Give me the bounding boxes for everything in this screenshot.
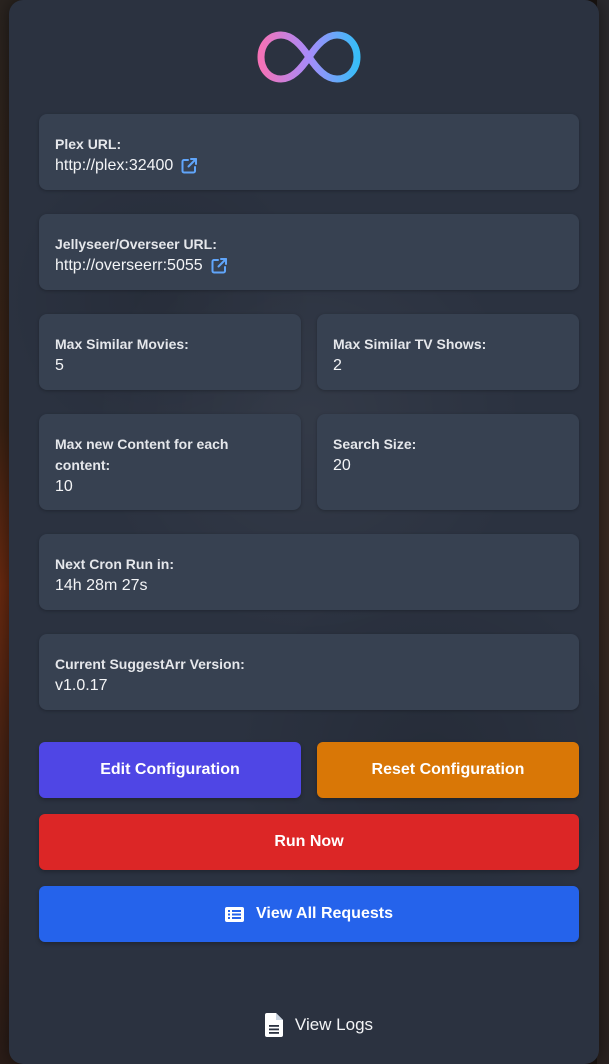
version-value: v1.0.17 [55,677,108,694]
plex-url-card: Plex URL: http://plex:32400 [39,114,579,190]
view-all-requests-label: View All Requests [256,905,393,922]
list-icon [225,906,245,922]
max-similar-movies-card: Max Similar Movies: 5 [39,314,301,390]
search-size-label: Search Size: [333,436,417,452]
run-now-button[interactable]: Run Now [39,814,579,870]
version-label: Current SuggestArr Version: [55,656,245,672]
reset-configuration-button[interactable]: Reset Configuration [317,742,579,798]
search-size-value: 20 [333,457,351,474]
overseer-url-value: http://overseerr:5055 [55,255,563,277]
max-similar-tv-card: Max Similar TV Shows: 2 [317,314,579,390]
overseer-url-label: Jellyseer/Overseer URL: [55,236,217,252]
view-logs-label: View Logs [294,1015,374,1034]
infinity-logo [257,31,361,83]
next-cron-label: Next Cron Run in: [55,556,174,572]
max-new-content-label: Max new Content for each content: [55,436,229,473]
external-link-icon[interactable] [210,257,228,275]
overseer-url-text: http://overseerr:5055 [55,257,203,274]
external-link-icon[interactable] [180,157,198,175]
plex-url-text: http://plex:32400 [55,157,174,174]
next-cron-value: 14h 28m 27s [55,577,148,594]
search-size-card: Search Size: 20 [317,414,579,510]
file-icon [264,1013,283,1037]
max-similar-movies-label: Max Similar Movies: [55,336,189,352]
max-similar-tv-value: 2 [333,357,342,374]
max-new-content-card: Max new Content for each content: 10 [39,414,301,510]
max-similar-movies-value: 5 [55,357,64,374]
edit-configuration-label: Edit Configuration [100,761,240,778]
version-card: Current SuggestArr Version: v1.0.17 [39,634,579,710]
max-new-content-value: 10 [55,478,73,495]
edit-configuration-button[interactable]: Edit Configuration [39,742,301,798]
max-similar-tv-label: Max Similar TV Shows: [333,336,487,352]
view-all-requests-button[interactable]: View All Requests [39,886,579,942]
reset-configuration-label: Reset Configuration [371,761,525,778]
plex-url-label: Plex URL: [55,136,122,152]
overseer-url-card: Jellyseer/Overseer URL: http://overseerr… [39,214,579,290]
run-now-label: Run Now [274,833,344,850]
view-logs-button[interactable]: View Logs [244,1000,394,1050]
dashboard-panel: Plex URL: http://plex:32400 Jellyseer/Ov… [9,0,599,1064]
plex-url-value: http://plex:32400 [55,155,563,177]
next-cron-card: Next Cron Run in: 14h 28m 27s [39,534,579,610]
